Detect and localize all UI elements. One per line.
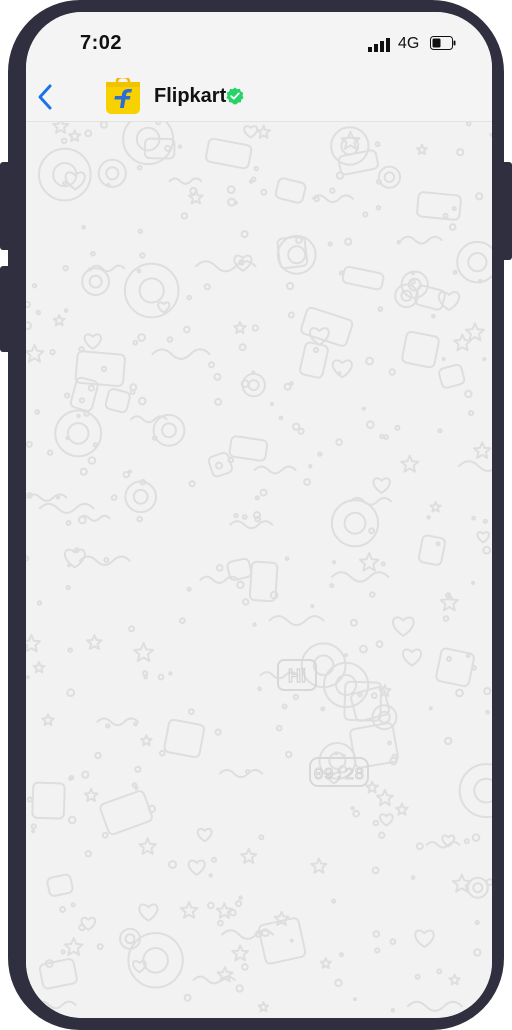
battery-icon	[430, 36, 456, 50]
chevron-left-icon[interactable]	[34, 80, 58, 114]
status-bar: 7:02 4G	[26, 12, 492, 72]
doodle-hi-text: Hi	[288, 666, 306, 686]
volume-down-button	[0, 266, 12, 352]
contact-name[interactable]: Flipkart	[154, 85, 226, 108]
chat-header: Flipkart	[26, 72, 492, 122]
network-type: 4G	[398, 35, 420, 52]
flipkart-logo[interactable]	[106, 78, 140, 114]
volume-up-button	[0, 162, 12, 250]
chat-wallpaper: Hi 09:28	[26, 122, 492, 1018]
doodle-clock-text: 09:28	[313, 766, 364, 785]
power-button	[500, 162, 512, 260]
phone-screen: 7:02 4G Flipkart Hi 09:28	[26, 12, 492, 1018]
verified-badge-icon	[226, 87, 244, 105]
doodle-pattern: Hi 09:28	[26, 122, 492, 1013]
status-time: 7:02	[80, 32, 123, 54]
signal-icon	[368, 38, 390, 52]
